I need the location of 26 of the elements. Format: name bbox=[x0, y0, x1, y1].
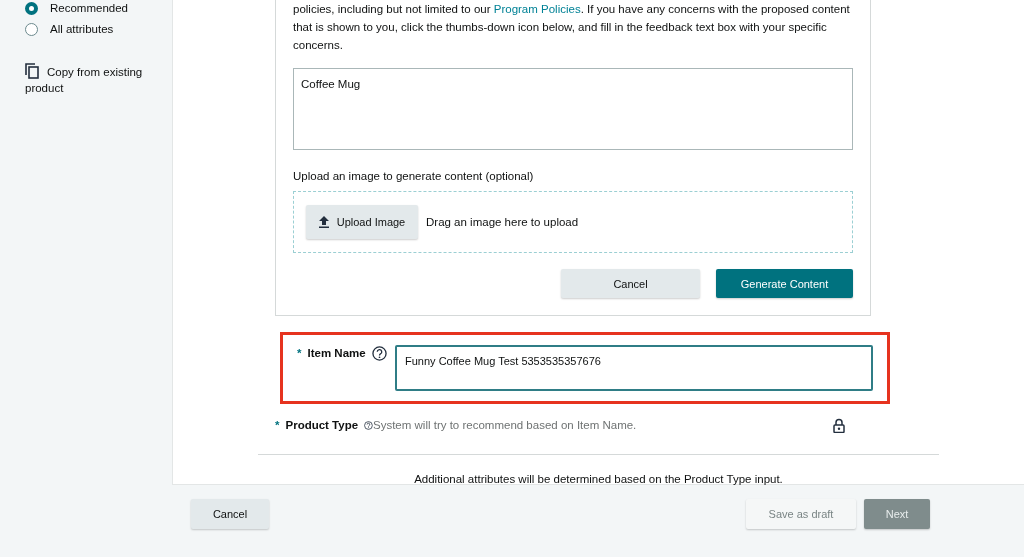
info-text: Additional attributes will be determined based on the Product Type input. bbox=[414, 472, 783, 485]
radio-button[interactable] bbox=[25, 2, 38, 16]
radio-button[interactable] bbox=[25, 23, 38, 37]
upload-button[interactable]: Upload Image bbox=[306, 205, 418, 240]
field-label: Item Name bbox=[307, 346, 366, 362]
copy-link[interactable]: Copy from existing product bbox=[25, 62, 162, 96]
cancel-button[interactable]: Cancel bbox=[561, 269, 700, 299]
drop-hint: Drag an image here to upload bbox=[426, 214, 579, 230]
field-label: Product Type bbox=[285, 418, 359, 434]
product-type-field[interactable]: System will try to recommend based on Item Name. bbox=[373, 417, 833, 435]
required-mark: * bbox=[275, 418, 280, 434]
radio-label[interactable]: Recommended bbox=[50, 0, 128, 18]
lock-icon[interactable] bbox=[833, 418, 845, 434]
radio-label[interactable]: All attributes bbox=[50, 21, 114, 39]
notice-text: policies, including but not limited to our Program Policies. If you have any concerns with the proposed content that is shown to you, click the thumbs-down icon below, and fill in the feedback text box with your specific concerns. bbox=[293, 2, 851, 53]
description-field[interactable]: Coffee Mug bbox=[293, 68, 853, 150]
upload-icon bbox=[318, 216, 329, 229]
upload-label: Upload an image to generate content (optional) bbox=[293, 169, 535, 184]
help-icon[interactable] bbox=[371, 346, 387, 362]
item-name-field[interactable]: Funny Coffee Mug Test 5353535357676 bbox=[395, 345, 873, 392]
required-mark: * bbox=[297, 346, 302, 362]
generate-button[interactable]: Generate Content bbox=[716, 269, 853, 299]
policy-link[interactable]: Program Policies bbox=[493, 3, 581, 15]
copy-icon[interactable] bbox=[25, 62, 39, 79]
cancel-button[interactable]: Cancel bbox=[191, 499, 269, 529]
upload-dropzone[interactable]: Upload Image Drag an image here to upload bbox=[293, 191, 853, 254]
